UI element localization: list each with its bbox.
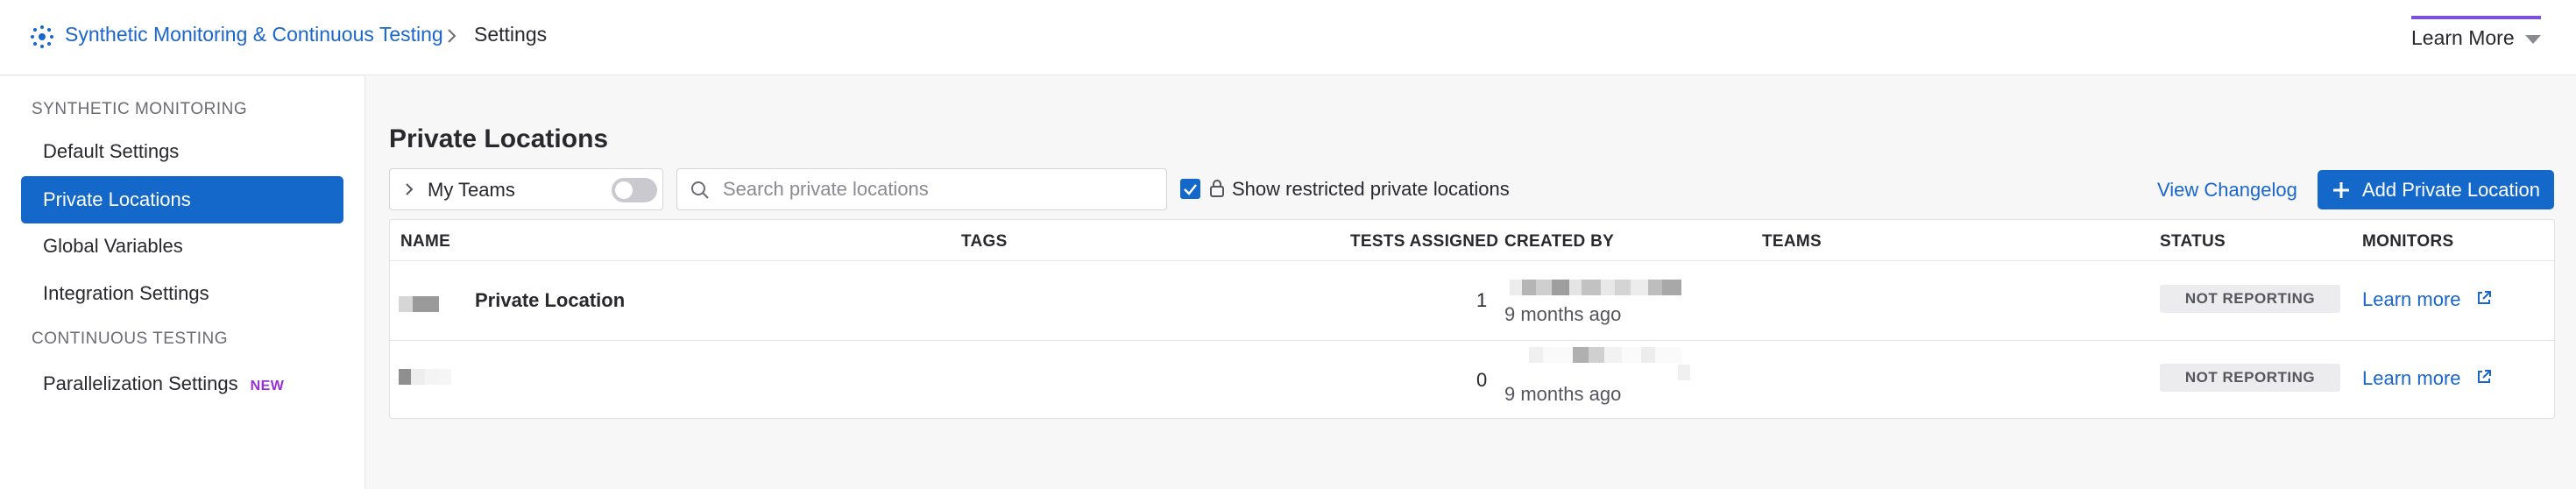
caret-down-icon bbox=[2524, 34, 2541, 44]
learn-more-dropdown[interactable]: Learn More bbox=[2411, 16, 2541, 60]
sidebar-item-label: Parallelization Settings bbox=[43, 372, 238, 394]
private-locations-table: NAME TAGS TESTS ASSIGNED CREATED BY TEAM… bbox=[389, 219, 2555, 419]
column-header-tags[interactable]: TAGS bbox=[961, 232, 1008, 252]
search-icon bbox=[691, 181, 709, 199]
redacted-location-name bbox=[399, 369, 451, 385]
sidebar-item-private-locations[interactable]: Private Locations bbox=[21, 176, 343, 223]
view-changelog-link[interactable]: View Changelog bbox=[2157, 179, 2297, 202]
my-teams-toggle[interactable] bbox=[612, 178, 657, 202]
column-header-status[interactable]: STATUS bbox=[2160, 232, 2226, 252]
column-header-tests-assigned[interactable]: TESTS ASSIGNED bbox=[1350, 232, 1498, 252]
search-field[interactable] bbox=[676, 168, 1167, 210]
column-header-name[interactable]: NAME bbox=[400, 232, 450, 252]
learn-more-label: Learn More bbox=[2411, 26, 2515, 49]
sidebar-item-default-settings[interactable]: Default Settings bbox=[21, 128, 343, 175]
status-badge: NOT REPORTING bbox=[2160, 285, 2340, 313]
status-badge: NOT REPORTING bbox=[2160, 364, 2340, 392]
column-header-teams[interactable]: TEAMS bbox=[1762, 232, 1822, 252]
tests-assigned-value: 1 bbox=[1476, 289, 1488, 311]
breadcrumb-product-link[interactable]: Synthetic Monitoring & Continuous Testin… bbox=[65, 23, 443, 46]
lock-icon bbox=[1210, 180, 1224, 197]
synthetics-logo-icon[interactable] bbox=[30, 25, 54, 49]
redacted-icon bbox=[399, 296, 439, 312]
section-synthetic-monitoring: SYNTHETIC MONITORING bbox=[32, 100, 248, 118]
created-time: 9 months ago bbox=[1504, 303, 1622, 325]
tests-assigned-value: 0 bbox=[1476, 369, 1488, 391]
page-title: Private Locations bbox=[389, 124, 609, 153]
my-teams-label: My Teams bbox=[428, 179, 515, 201]
show-restricted-checkbox[interactable] bbox=[1180, 179, 1200, 199]
add-button-label: Add Private Location bbox=[2362, 179, 2541, 201]
settings-sidebar: SYNTHETIC MONITORING Default Settings Pr… bbox=[0, 76, 365, 489]
search-input[interactable] bbox=[723, 176, 1152, 202]
chevron-right-icon[interactable] bbox=[400, 181, 418, 198]
toggle-knob bbox=[615, 181, 633, 199]
location-name[interactable]: Private Location bbox=[475, 289, 625, 312]
redacted-creator-extra bbox=[1678, 365, 1690, 380]
section-continuous-testing: CONTINUOUS TESTING bbox=[32, 330, 228, 348]
monitor-learn-more-link[interactable]: Learn more bbox=[2362, 288, 2461, 311]
new-badge: NEW bbox=[250, 379, 285, 393]
top-bar: Synthetic Monitoring & Continuous Testin… bbox=[0, 0, 2576, 75]
add-private-location-button[interactable]: Add Private Location bbox=[2318, 170, 2554, 209]
checkmark-icon bbox=[1184, 184, 1197, 195]
breadcrumb-current: Settings bbox=[474, 23, 548, 46]
my-teams-filter[interactable]: My Teams bbox=[389, 168, 663, 210]
monitor-learn-more-link[interactable]: Learn more bbox=[2362, 367, 2461, 390]
sidebar-item-global-variables[interactable]: Global Variables bbox=[21, 223, 343, 270]
show-restricted-label: Show restricted private locations bbox=[1232, 178, 1510, 200]
chevron-right-icon bbox=[448, 29, 456, 43]
sidebar-item-integration-settings[interactable]: Integration Settings bbox=[21, 270, 343, 317]
header-divider bbox=[390, 260, 2554, 261]
external-link-icon[interactable] bbox=[2475, 289, 2493, 307]
column-header-monitors[interactable]: MONITORS bbox=[2362, 232, 2453, 252]
column-header-created-by[interactable]: CREATED BY bbox=[1504, 232, 1614, 252]
sidebar-item-parallelization-settings[interactable]: Parallelization Settings NEW bbox=[21, 360, 343, 408]
plus-icon bbox=[2333, 182, 2349, 198]
external-link-icon[interactable] bbox=[2475, 368, 2493, 386]
redacted-creator bbox=[1529, 347, 1681, 363]
created-time: 9 months ago bbox=[1504, 383, 1622, 405]
row-divider bbox=[390, 340, 2554, 341]
redacted-creator bbox=[1510, 280, 1681, 295]
